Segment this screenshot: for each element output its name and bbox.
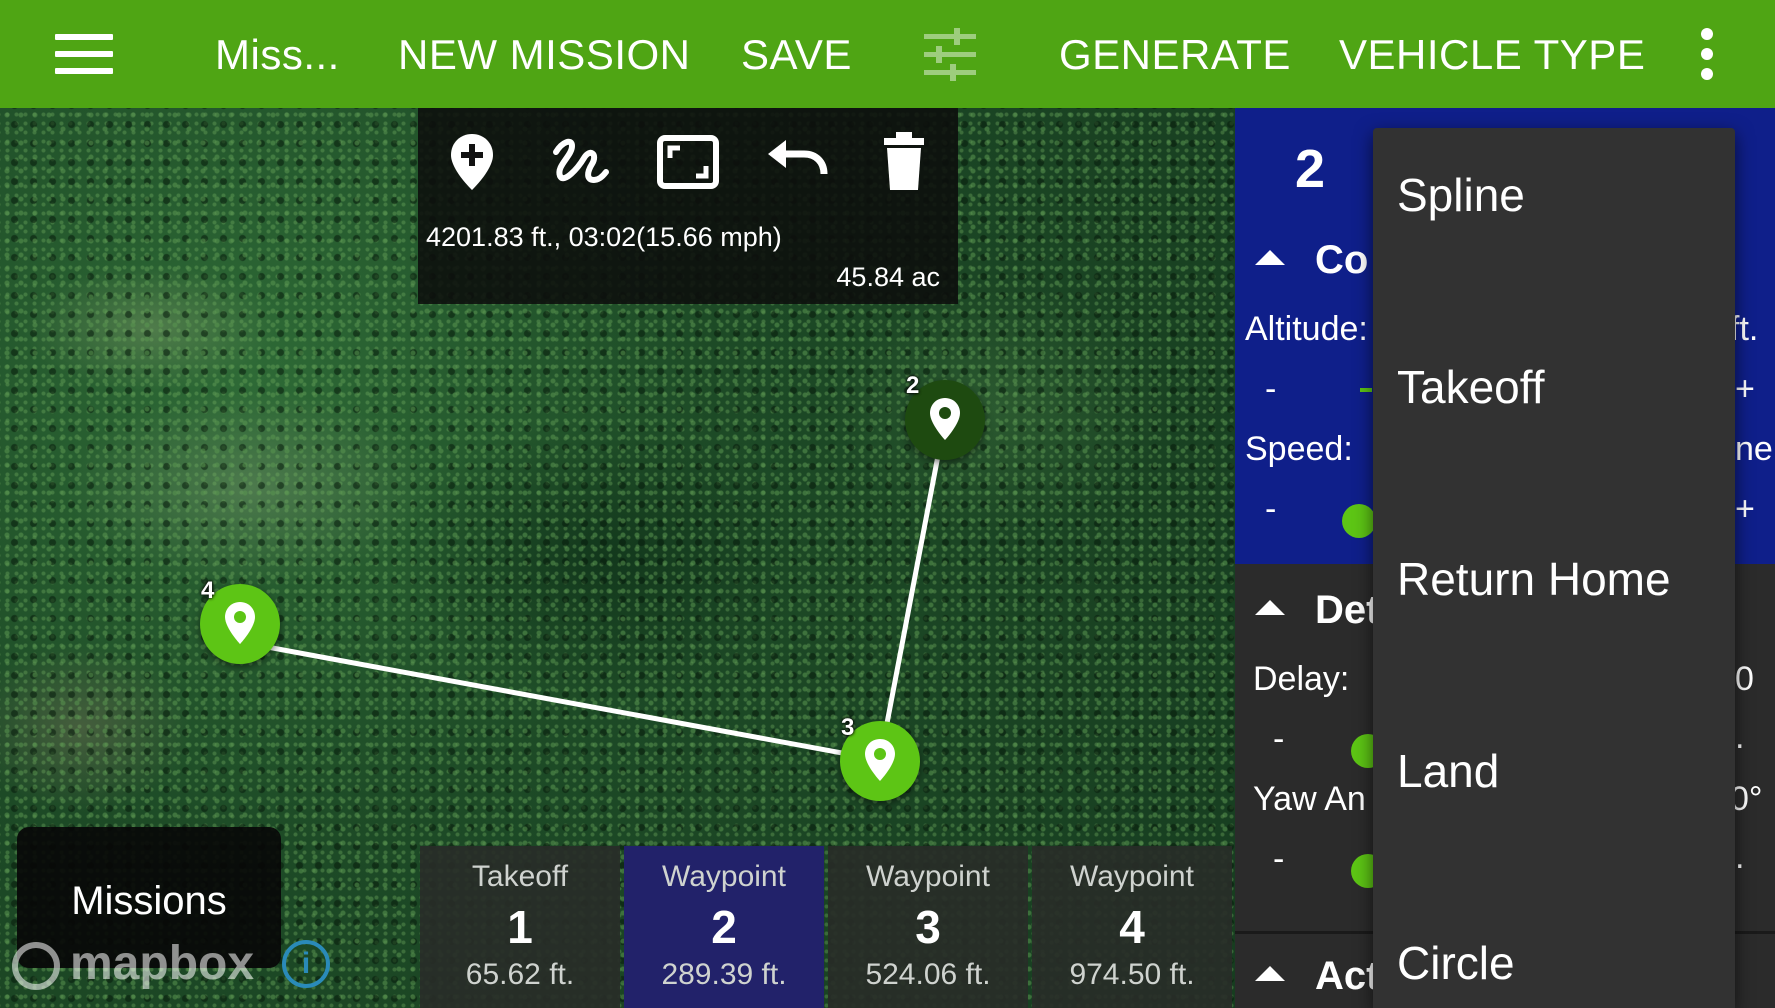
waypoint-type-menu: Spline Takeoff Return Home Land Circle	[1373, 128, 1735, 1008]
section-header-details[interactable]: Det	[1315, 588, 1379, 633]
menu-option-return-home[interactable]: Return Home	[1397, 552, 1671, 606]
freehand-draw-icon[interactable]	[548, 130, 612, 194]
altitude-slider[interactable]	[1360, 388, 1372, 392]
waypoint-number: 1	[507, 901, 533, 953]
app-bar: Miss... NEW MISSION SAVE GENERATE VEHICL…	[0, 0, 1775, 108]
speed-value: ne	[1735, 430, 1773, 468]
waypoint-number: 2	[711, 901, 737, 953]
section-header-config[interactable]: Co	[1315, 238, 1368, 283]
altitude-label: Altitude:	[1245, 310, 1368, 348]
mapbox-logo: mapbox	[12, 936, 254, 994]
speed-increment-button[interactable]: +	[1735, 490, 1755, 529]
waypoint-distance: 65.62 ft.	[465, 958, 575, 991]
delay-decrement-button[interactable]: -	[1273, 720, 1284, 759]
collapse-arrow-icon[interactable]	[1255, 966, 1285, 981]
delay-label: Delay:	[1253, 660, 1350, 698]
waypoint-strip: Takeoff 1 65.62 ft. Waypoint 2 289.39 ft…	[420, 846, 1235, 1008]
waypoint-card-4[interactable]: Waypoint 4 974.50 ft.	[1032, 846, 1232, 1008]
waypoint-pin-number: 2	[906, 372, 920, 399]
undo-icon[interactable]	[764, 130, 828, 194]
waypoint-number: 4	[1119, 901, 1145, 953]
waypoint-type: Waypoint	[662, 860, 786, 893]
selected-waypoint-number: 2	[1295, 139, 1326, 199]
waypoint-type: Takeoff	[471, 860, 569, 893]
delete-icon[interactable]	[872, 130, 936, 194]
waypoint-type: Waypoint	[1070, 860, 1194, 893]
waypoint-distance: 974.50 ft.	[1069, 958, 1195, 991]
waypoint-type: Waypoint	[866, 860, 990, 893]
waypoint-card-3[interactable]: Waypoint 3 524.06 ft.	[828, 846, 1028, 1008]
waypoint-card-1[interactable]: Takeoff 1 65.62 ft.	[420, 846, 620, 1008]
delay-increment-button[interactable]: .	[1735, 718, 1744, 757]
waypoint-card-2[interactable]: Waypoint 2 289.39 ft.	[624, 846, 824, 1008]
save-button[interactable]: SAVE	[741, 0, 852, 108]
speed-slider-thumb[interactable]	[1342, 504, 1376, 538]
area-readout: 45.84 ac	[836, 262, 940, 292]
waypoint-distance: 524.06 ft.	[865, 958, 991, 991]
generate-button[interactable]: GENERATE	[1059, 0, 1291, 108]
yaw-angle-label: Yaw An	[1253, 780, 1366, 818]
new-mission-button[interactable]: NEW MISSION	[398, 0, 691, 108]
delay-value: 0	[1735, 660, 1754, 698]
menu-option-circle[interactable]: Circle	[1397, 936, 1515, 990]
collapse-arrow-icon[interactable]	[1255, 250, 1285, 265]
distance-time-readout: 4201.83 ft., 03:02(15.66 mph)	[426, 222, 782, 252]
fit-to-screen-icon[interactable]	[656, 130, 720, 194]
hamburger-menu-icon[interactable]	[55, 34, 113, 74]
map-marker-icon	[865, 739, 895, 781]
map-marker-icon	[225, 602, 255, 644]
menu-option-land[interactable]: Land	[1397, 744, 1499, 798]
yaw-decrement-button[interactable]: -	[1273, 840, 1284, 879]
waypoint-number: 3	[915, 901, 941, 953]
altitude-decrement-button[interactable]: -	[1265, 370, 1276, 409]
drawing-toolbar: 4201.83 ft., 03:02(15.66 mph) 45.84 ac	[418, 108, 958, 304]
map-marker-icon	[930, 398, 960, 440]
info-icon[interactable]: i	[282, 940, 330, 988]
tune-sliders-icon[interactable]	[920, 26, 980, 82]
mission-title[interactable]: Miss...	[215, 0, 340, 108]
speed-decrement-button[interactable]: -	[1265, 490, 1276, 529]
waypoint-pin-number: 4	[201, 577, 215, 604]
waypoint-distance: 289.39 ft.	[661, 958, 787, 991]
collapse-arrow-icon[interactable]	[1255, 600, 1285, 615]
speed-label: Speed:	[1245, 430, 1353, 468]
altitude-increment-button[interactable]: +	[1735, 370, 1755, 409]
more-vert-icon[interactable]	[1697, 28, 1717, 82]
mapbox-mark-icon	[12, 942, 60, 991]
menu-option-spline[interactable]: Spline	[1397, 168, 1525, 222]
menu-option-takeoff[interactable]: Takeoff	[1397, 360, 1544, 414]
add-waypoint-icon[interactable]	[440, 130, 504, 194]
vehicle-type-button[interactable]: VEHICLE TYPE	[1339, 0, 1645, 108]
section-header-actions[interactable]: Act	[1315, 954, 1379, 999]
waypoint-pin-number: 3	[841, 714, 855, 741]
yaw-increment-button[interactable]: .	[1735, 838, 1744, 877]
